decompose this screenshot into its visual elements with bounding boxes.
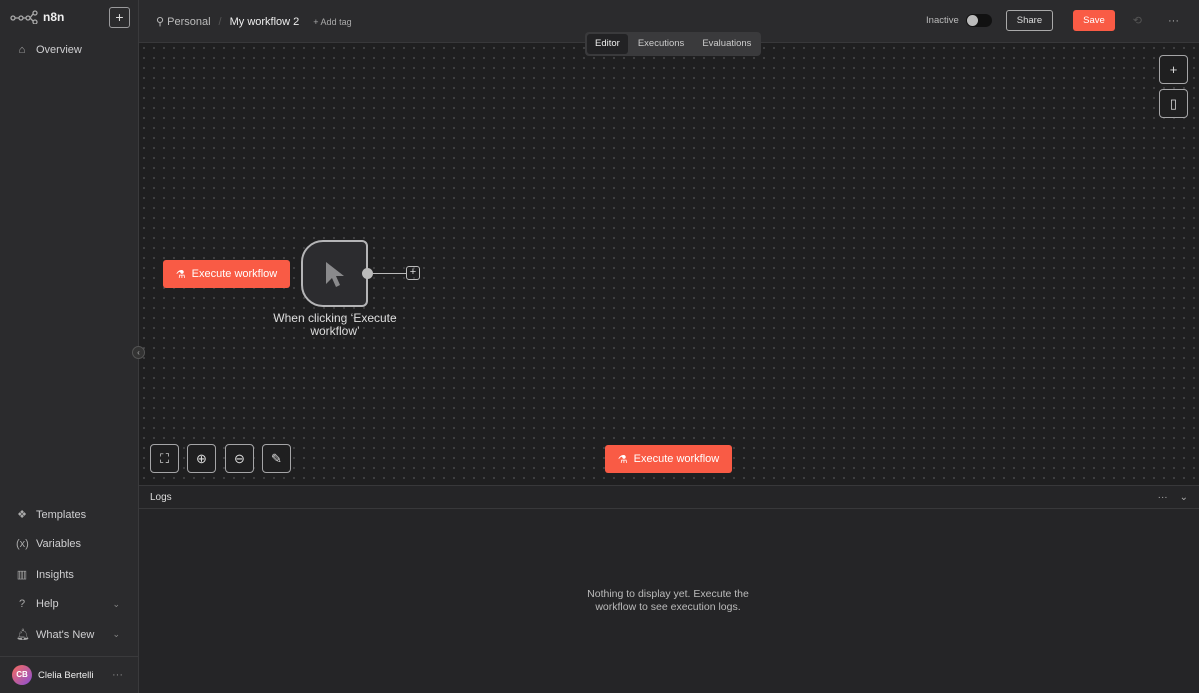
user-icon: ⚲ bbox=[156, 16, 165, 28]
execute-workflow-main-button[interactable]: ⚗ Execute workflow bbox=[605, 445, 732, 473]
sidebar-item-label: Variables bbox=[36, 538, 82, 550]
node-label: When clicking ‘Execute workflow’ bbox=[273, 311, 397, 338]
logs-empty-message: Nothing to display yet. Execute the work… bbox=[587, 588, 749, 613]
sidebar-item-insights[interactable]: ▥ Insights bbox=[16, 568, 120, 582]
add-next-node-button[interactable]: + bbox=[406, 266, 420, 280]
sidebar-item-templates[interactable]: ❖ Templates bbox=[16, 508, 120, 522]
logo-icon bbox=[10, 10, 38, 24]
sidebar-item-help[interactable]: ? Help ⌄ bbox=[16, 598, 120, 610]
user-menu[interactable]: CB Clelia Bertelli ··· bbox=[0, 656, 139, 693]
tab-evaluations[interactable]: Evaluations bbox=[694, 34, 759, 54]
active-toggle[interactable] bbox=[965, 14, 992, 27]
share-button[interactable]: Share bbox=[1005, 10, 1054, 31]
templates-icon: ❖ bbox=[17, 509, 27, 521]
create-new-button[interactable]: + bbox=[109, 7, 130, 28]
insights-icon: ▥ bbox=[16, 569, 28, 581]
project-name: Personal bbox=[167, 16, 211, 28]
sidebar-item-whats-new[interactable]: 🔔︎ What's New ⌄ bbox=[16, 628, 120, 642]
logs-more-icon[interactable]: ··· bbox=[1158, 492, 1168, 503]
output-handle[interactable] bbox=[362, 268, 373, 279]
help-icon: ? bbox=[18, 598, 26, 610]
sidebar-item-overview[interactable]: ⌂ Overview bbox=[16, 44, 120, 56]
brush-icon: ✎ bbox=[271, 450, 282, 466]
chevron-down-icon: ⌄ bbox=[112, 629, 120, 639]
add-tag-button[interactable]: + Add tag bbox=[313, 17, 351, 27]
cursor-icon bbox=[325, 261, 344, 287]
view-tabs: Editor Executions Evaluations bbox=[585, 32, 762, 56]
sidebar-item-label: Help bbox=[36, 598, 59, 610]
sidebar: n8n + ⌂ Overview ❖ Templates (x) Variables … bbox=[0, 0, 139, 693]
flask-icon: ⚗ bbox=[175, 268, 186, 281]
sidebar-item-variables[interactable]: (x) Variables bbox=[16, 538, 120, 550]
fit-view-button[interactable]: ⛶ bbox=[150, 444, 179, 473]
collapse-sidebar-button[interactable]: ‹ bbox=[132, 346, 145, 359]
flask-icon: ⚗ bbox=[617, 453, 628, 466]
zoom-in-button[interactable]: ⊕ bbox=[187, 444, 216, 473]
separator: / bbox=[218, 15, 222, 28]
chevron-down-icon[interactable]: ⌄ bbox=[1180, 492, 1188, 503]
avatar: CB bbox=[12, 665, 32, 685]
connector-line bbox=[373, 273, 406, 274]
add-node-button[interactable]: + bbox=[1159, 55, 1188, 84]
chevron-down-icon: ⌄ bbox=[112, 598, 120, 609]
n8n-logo[interactable]: n8n bbox=[10, 10, 64, 24]
tidy-up-button[interactable]: ✎ bbox=[262, 444, 291, 473]
tab-editor[interactable]: Editor bbox=[587, 34, 628, 54]
fit-view-icon: ⛶ bbox=[159, 450, 170, 466]
sidebar-item-label: Overview bbox=[36, 44, 82, 56]
app-name: n8n bbox=[43, 10, 65, 24]
user-name: Clelia Bertelli bbox=[38, 669, 94, 681]
sidebar-item-label: Templates bbox=[36, 508, 87, 521]
history-icon[interactable]: ⟲ bbox=[1133, 14, 1142, 27]
sidebar-item-label: Insights bbox=[36, 568, 74, 581]
home-icon: ⌂ bbox=[18, 44, 26, 56]
bell-icon: 🔔︎ bbox=[16, 629, 30, 641]
project-link[interactable]: ⚲ Personal bbox=[156, 15, 211, 28]
logs-title: Logs bbox=[150, 491, 172, 503]
sticky-note-button[interactable]: ▯ bbox=[1159, 89, 1188, 118]
tab-executions[interactable]: Executions bbox=[630, 34, 692, 54]
save-button[interactable]: Save bbox=[1073, 10, 1115, 31]
zoom-in-icon: ⊕ bbox=[196, 450, 207, 466]
more-options-icon[interactable]: ··· bbox=[1168, 15, 1179, 27]
breadcrumb: ⚲ Personal / My workflow 2 + Add tag bbox=[156, 15, 352, 29]
workflow-name[interactable]: My workflow 2 bbox=[230, 16, 300, 28]
variables-icon: (x) bbox=[16, 538, 29, 550]
manual-trigger-node[interactable] bbox=[301, 240, 368, 307]
active-status-label: Inactive bbox=[926, 15, 959, 26]
logs-panel: Logs ··· ⌄ Nothing to display yet. Execu… bbox=[139, 485, 1199, 693]
button-label: Execute workflow bbox=[191, 268, 278, 280]
sidebar-item-label: What's New bbox=[36, 628, 95, 641]
zoom-out-button[interactable]: ⊖ bbox=[225, 444, 254, 473]
execute-workflow-button[interactable]: ⚗ Execute workflow bbox=[163, 260, 290, 288]
button-label: Execute workflow bbox=[633, 453, 720, 465]
more-icon[interactable]: ··· bbox=[112, 669, 123, 681]
zoom-out-icon: ⊖ bbox=[234, 450, 245, 466]
workflow-canvas[interactable]: + ▯ ⚗ Execute workflow + When clicking ‘E… bbox=[132, 43, 1199, 485]
